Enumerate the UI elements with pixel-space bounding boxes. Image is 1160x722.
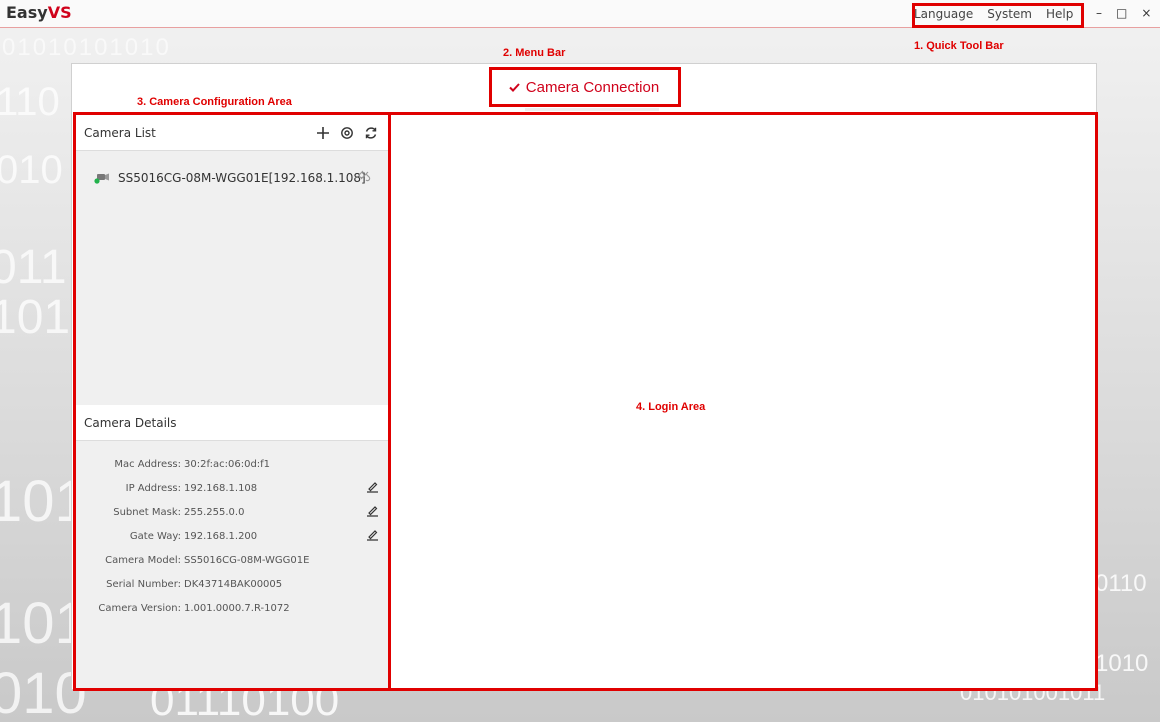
background-pattern: 011 — [0, 241, 67, 294]
minimize-icon[interactable]: – — [1096, 6, 1102, 20]
annotation-label-quick-tool-bar: 1. Quick Tool Bar — [914, 40, 1004, 52]
close-icon[interactable]: × — [1141, 6, 1151, 20]
annotation-frame-menu-bar — [489, 67, 681, 107]
annotation-label-menu-bar: 2. Menu Bar — [503, 47, 566, 59]
background-pattern: 01010101010 — [2, 34, 171, 61]
annotation-frame-login-area — [388, 112, 1098, 691]
window-controls: – □ × — [1096, 6, 1151, 20]
maximize-icon[interactable]: □ — [1116, 6, 1127, 20]
background-pattern: 010 — [0, 148, 63, 192]
annotation-frame-camera-config — [73, 112, 391, 691]
background-pattern: 110 — [0, 80, 60, 124]
app-title: EasyVS — [6, 3, 72, 22]
annotation-frame-quick-tool-bar — [912, 3, 1084, 28]
background-pattern: 1010 — [1095, 650, 1149, 677]
tab-underline — [525, 108, 659, 111]
background-pattern: 101 — [0, 291, 71, 344]
background-pattern: 0110 — [1095, 570, 1147, 597]
annotation-label-camera-config: 3. Camera Configuration Area — [137, 96, 292, 108]
annotation-label-login-area: 4. Login Area — [636, 401, 706, 413]
